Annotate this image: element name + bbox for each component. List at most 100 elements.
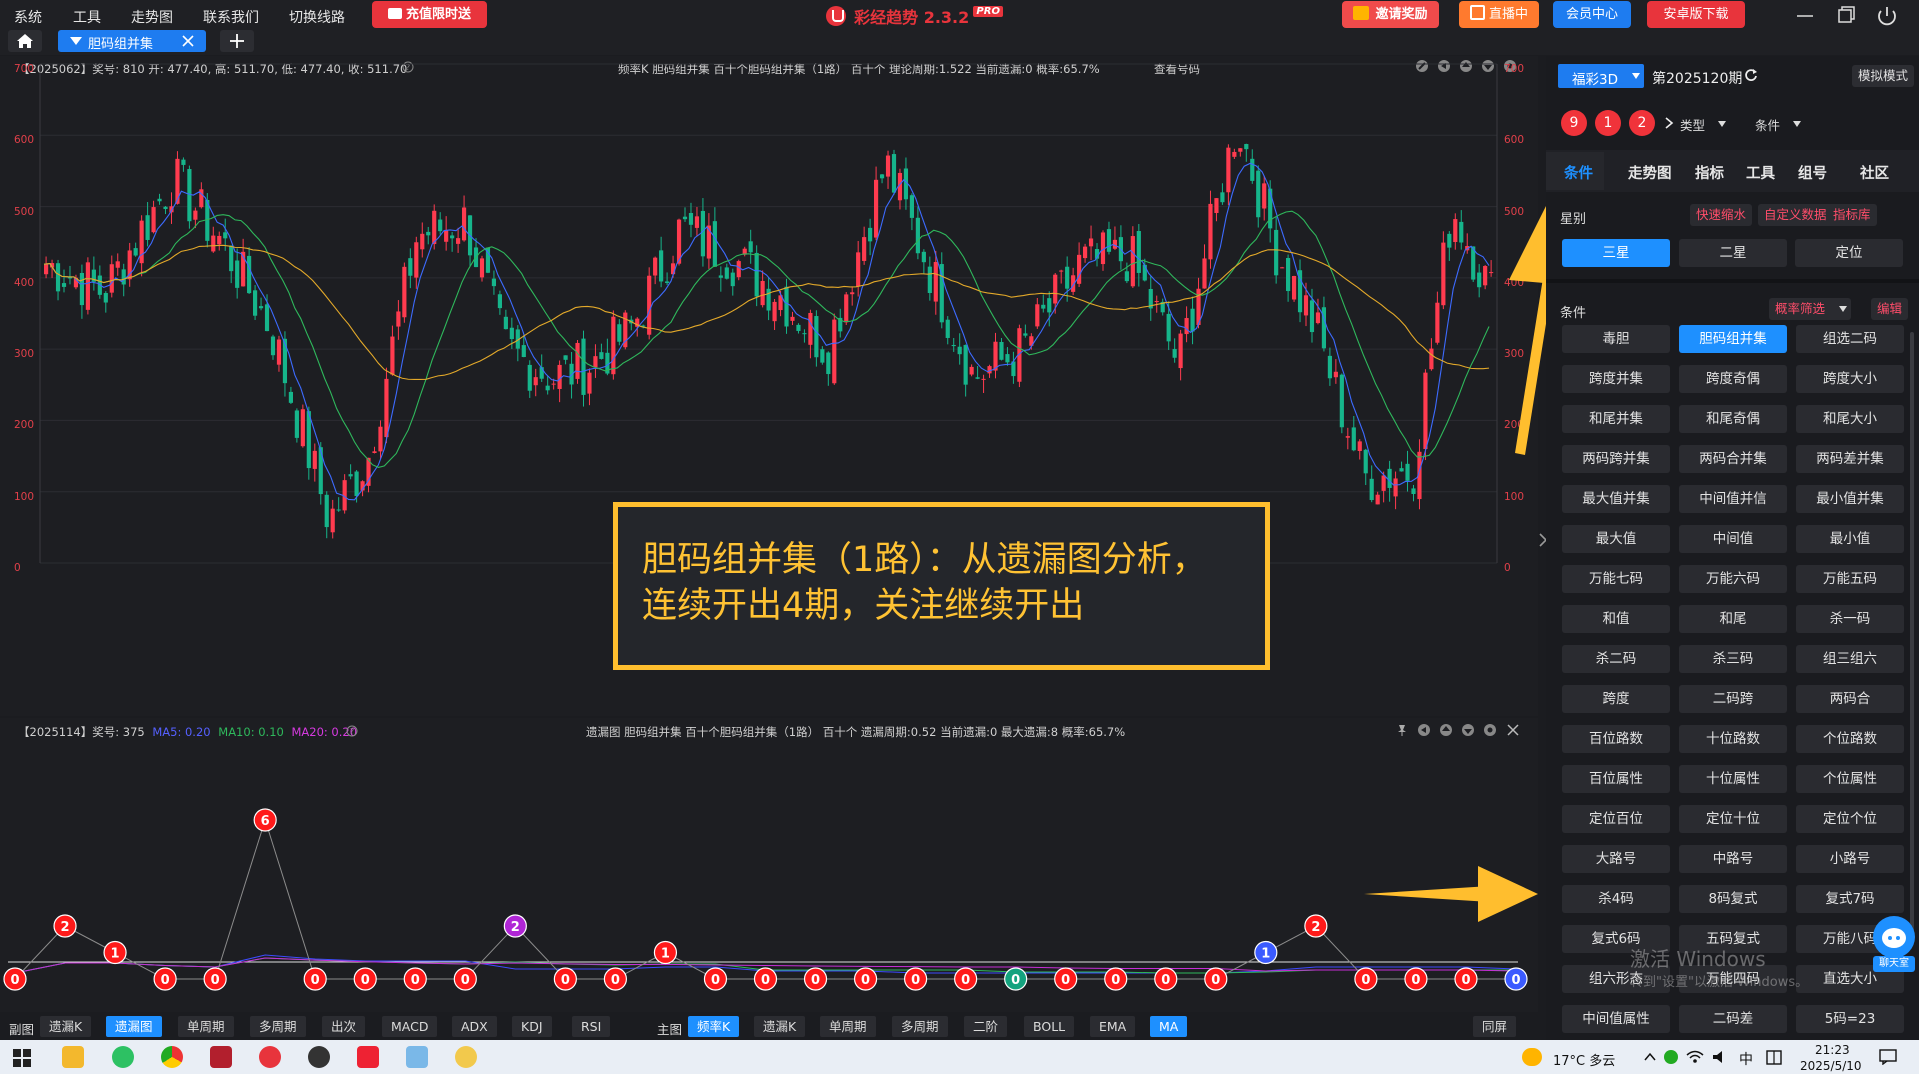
nav-tab-3[interactable]: 工具 bbox=[1746, 162, 1775, 183]
condition-button[interactable]: 万能七码 bbox=[1562, 565, 1670, 593]
star-three-button[interactable]: 三星 bbox=[1562, 239, 1670, 267]
sub-chart-btn-3[interactable]: 多周期 bbox=[250, 1016, 306, 1037]
live-button[interactable]: 直播中 bbox=[1459, 1, 1539, 28]
invite-reward-button[interactable]: 邀请奖励 bbox=[1342, 1, 1439, 28]
sub-chart-btn-2[interactable]: 单周期 bbox=[178, 1016, 234, 1037]
condition-button[interactable]: 中间值并信 bbox=[1679, 485, 1787, 513]
nav-tab-0[interactable]: 条件 bbox=[1564, 162, 1593, 183]
nav-tab-1[interactable]: 走势图 bbox=[1628, 162, 1672, 183]
volume-icon[interactable] bbox=[1712, 1050, 1730, 1064]
same-screen-button[interactable]: 同屏 bbox=[1473, 1016, 1517, 1037]
home-tab[interactable] bbox=[8, 30, 42, 52]
notification-icon[interactable] bbox=[1879, 1049, 1897, 1065]
condition-button[interactable]: 杀一码 bbox=[1796, 605, 1904, 633]
condition-button[interactable]: 中间值属性 bbox=[1562, 1005, 1670, 1033]
menu-tools[interactable]: 工具 bbox=[73, 7, 101, 27]
chat-room-button[interactable]: 聊天室 bbox=[1871, 914, 1917, 980]
wps-icon[interactable] bbox=[357, 1046, 379, 1068]
condition-button[interactable]: 定位十位 bbox=[1679, 805, 1787, 833]
main-chart-btn-1[interactable]: 遗漏K bbox=[754, 1016, 806, 1037]
sub-chart-btn-5[interactable]: MACD bbox=[382, 1016, 438, 1037]
condition-button[interactable]: 和尾并集 bbox=[1562, 405, 1670, 433]
scrollbar[interactable] bbox=[1910, 332, 1914, 932]
star-two-button[interactable]: 二星 bbox=[1679, 239, 1787, 267]
condition-button[interactable]: 两码跨并集 bbox=[1562, 445, 1670, 473]
condition-button[interactable]: 两码差并集 bbox=[1796, 445, 1904, 473]
chevron-right-icon[interactable] bbox=[1664, 116, 1674, 130]
condition-button[interactable]: 两码合并集 bbox=[1679, 445, 1787, 473]
nav-tab-2[interactable]: 指标 bbox=[1695, 162, 1724, 183]
condition-button[interactable]: 和值 bbox=[1562, 605, 1670, 633]
wifi-icon[interactable] bbox=[1686, 1050, 1704, 1064]
condition-button[interactable]: 定位百位 bbox=[1562, 805, 1670, 833]
restore-icon[interactable] bbox=[1838, 6, 1855, 23]
sub-chart-btn-6[interactable]: ADX bbox=[452, 1016, 497, 1037]
notes-icon[interactable] bbox=[406, 1046, 428, 1068]
condition-button[interactable]: 跨度并集 bbox=[1562, 365, 1670, 393]
condition-button[interactable]: 万能六码 bbox=[1679, 565, 1787, 593]
menu-trend-chart[interactable]: 走势图 bbox=[131, 7, 173, 27]
condition-select[interactable]: 条件 bbox=[1755, 112, 1805, 134]
omission-line-chart[interactable]: 0 2 1 0 0 6 0 0 0 0 2 0 0 1 0 0 0 0 0 0 0 0 0 0 0 1 2 0 0 0 0 bbox=[0, 718, 1538, 1012]
chevron-up-icon[interactable] bbox=[1644, 1052, 1656, 1062]
lottery-select[interactable]: 福彩3D bbox=[1558, 64, 1644, 88]
type-select[interactable]: 类型 bbox=[1680, 112, 1730, 134]
main-chart-btn-6[interactable]: EMA bbox=[1090, 1016, 1136, 1037]
condition-button[interactable]: 个位路数 bbox=[1796, 725, 1904, 753]
condition-button[interactable]: 杀4码 bbox=[1562, 885, 1670, 913]
android-download-button[interactable]: 安卓版下载 bbox=[1647, 1, 1745, 28]
lottery-app-icon[interactable] bbox=[259, 1046, 281, 1068]
sub-chart-btn-1[interactable]: 遗漏图 bbox=[106, 1016, 162, 1037]
main-chart-btn-2[interactable]: 单周期 bbox=[820, 1016, 876, 1037]
menu-system[interactable]: 系统 bbox=[14, 7, 42, 27]
condition-button[interactable]: 百位属性 bbox=[1562, 765, 1670, 793]
member-center-button[interactable]: 会员中心 bbox=[1553, 1, 1631, 28]
condition-button[interactable]: 中间值 bbox=[1679, 525, 1787, 553]
app-icon[interactable] bbox=[455, 1046, 477, 1068]
menu-contact[interactable]: 联系我们 bbox=[203, 7, 259, 27]
main-chart-btn-7[interactable]: MA bbox=[1150, 1016, 1188, 1037]
star-position-button[interactable]: 定位 bbox=[1795, 239, 1903, 267]
condition-button[interactable]: 组三组六 bbox=[1796, 645, 1904, 673]
condition-button[interactable]: 万能五码 bbox=[1796, 565, 1904, 593]
condition-button[interactable]: 个位属性 bbox=[1796, 765, 1904, 793]
condition-button[interactable]: 百位路数 bbox=[1562, 725, 1670, 753]
condition-button[interactable]: 两码合 bbox=[1796, 685, 1904, 713]
condition-button[interactable]: 最大值 bbox=[1562, 525, 1670, 553]
condition-button[interactable]: 和尾奇偶 bbox=[1679, 405, 1787, 433]
tray-app-icon[interactable] bbox=[1664, 1050, 1678, 1064]
probability-filter-select[interactable]: 概率筛选 bbox=[1769, 298, 1851, 320]
windows-start-icon[interactable] bbox=[13, 1049, 31, 1067]
main-chart-btn-0[interactable]: 频率K bbox=[688, 1016, 740, 1037]
condition-button[interactable]: 胆码组并集 bbox=[1679, 325, 1787, 353]
quick-shrink-button[interactable]: 快速缩水 bbox=[1690, 204, 1753, 226]
indicator-library-button[interactable]: 指标库 bbox=[1827, 204, 1877, 226]
nav-tab-5[interactable]: 社区 bbox=[1860, 162, 1889, 183]
recharge-promo-button[interactable]: 充值限时送 bbox=[372, 1, 487, 28]
close-icon[interactable] bbox=[182, 35, 194, 47]
condition-button[interactable]: 复式7码 bbox=[1796, 885, 1904, 913]
condition-button[interactable]: 二码差 bbox=[1679, 1005, 1787, 1033]
custom-data-button[interactable]: 自定义数据 bbox=[1758, 204, 1833, 226]
condition-button[interactable]: 最小值 bbox=[1796, 525, 1904, 553]
condition-button[interactable]: 5码=23 bbox=[1796, 1005, 1904, 1033]
condition-button[interactable]: 二码跨 bbox=[1679, 685, 1787, 713]
condition-button[interactable]: 定位个位 bbox=[1796, 805, 1904, 833]
collapse-handle[interactable] bbox=[1532, 356, 1538, 416]
main-chart-btn-5[interactable]: BOLL bbox=[1024, 1016, 1075, 1037]
condition-button[interactable]: 跨度奇偶 bbox=[1679, 365, 1787, 393]
condition-button[interactable]: 十位属性 bbox=[1679, 765, 1787, 793]
condition-button[interactable]: 跨度 bbox=[1562, 685, 1670, 713]
condition-button[interactable]: 最大值并集 bbox=[1562, 485, 1670, 513]
condition-button[interactable]: 和尾大小 bbox=[1796, 405, 1904, 433]
tab-dan-code-union[interactable]: 胆码组并集 bbox=[58, 30, 206, 52]
condition-button[interactable]: 跨度大小 bbox=[1796, 365, 1904, 393]
edit-button[interactable]: 编辑 bbox=[1871, 298, 1909, 320]
condition-button[interactable]: 大路号 bbox=[1562, 845, 1670, 873]
menu-switch-line[interactable]: 切换线路 bbox=[289, 7, 345, 27]
main-chart-btn-3[interactable]: 多周期 bbox=[892, 1016, 948, 1037]
sub-chart-btn-4[interactable]: 出次 bbox=[322, 1016, 366, 1037]
refresh-icon[interactable] bbox=[1744, 68, 1758, 82]
sub-chart-btn-8[interactable]: RSI bbox=[572, 1016, 611, 1037]
ime-mode-icon[interactable] bbox=[1766, 1050, 1782, 1065]
